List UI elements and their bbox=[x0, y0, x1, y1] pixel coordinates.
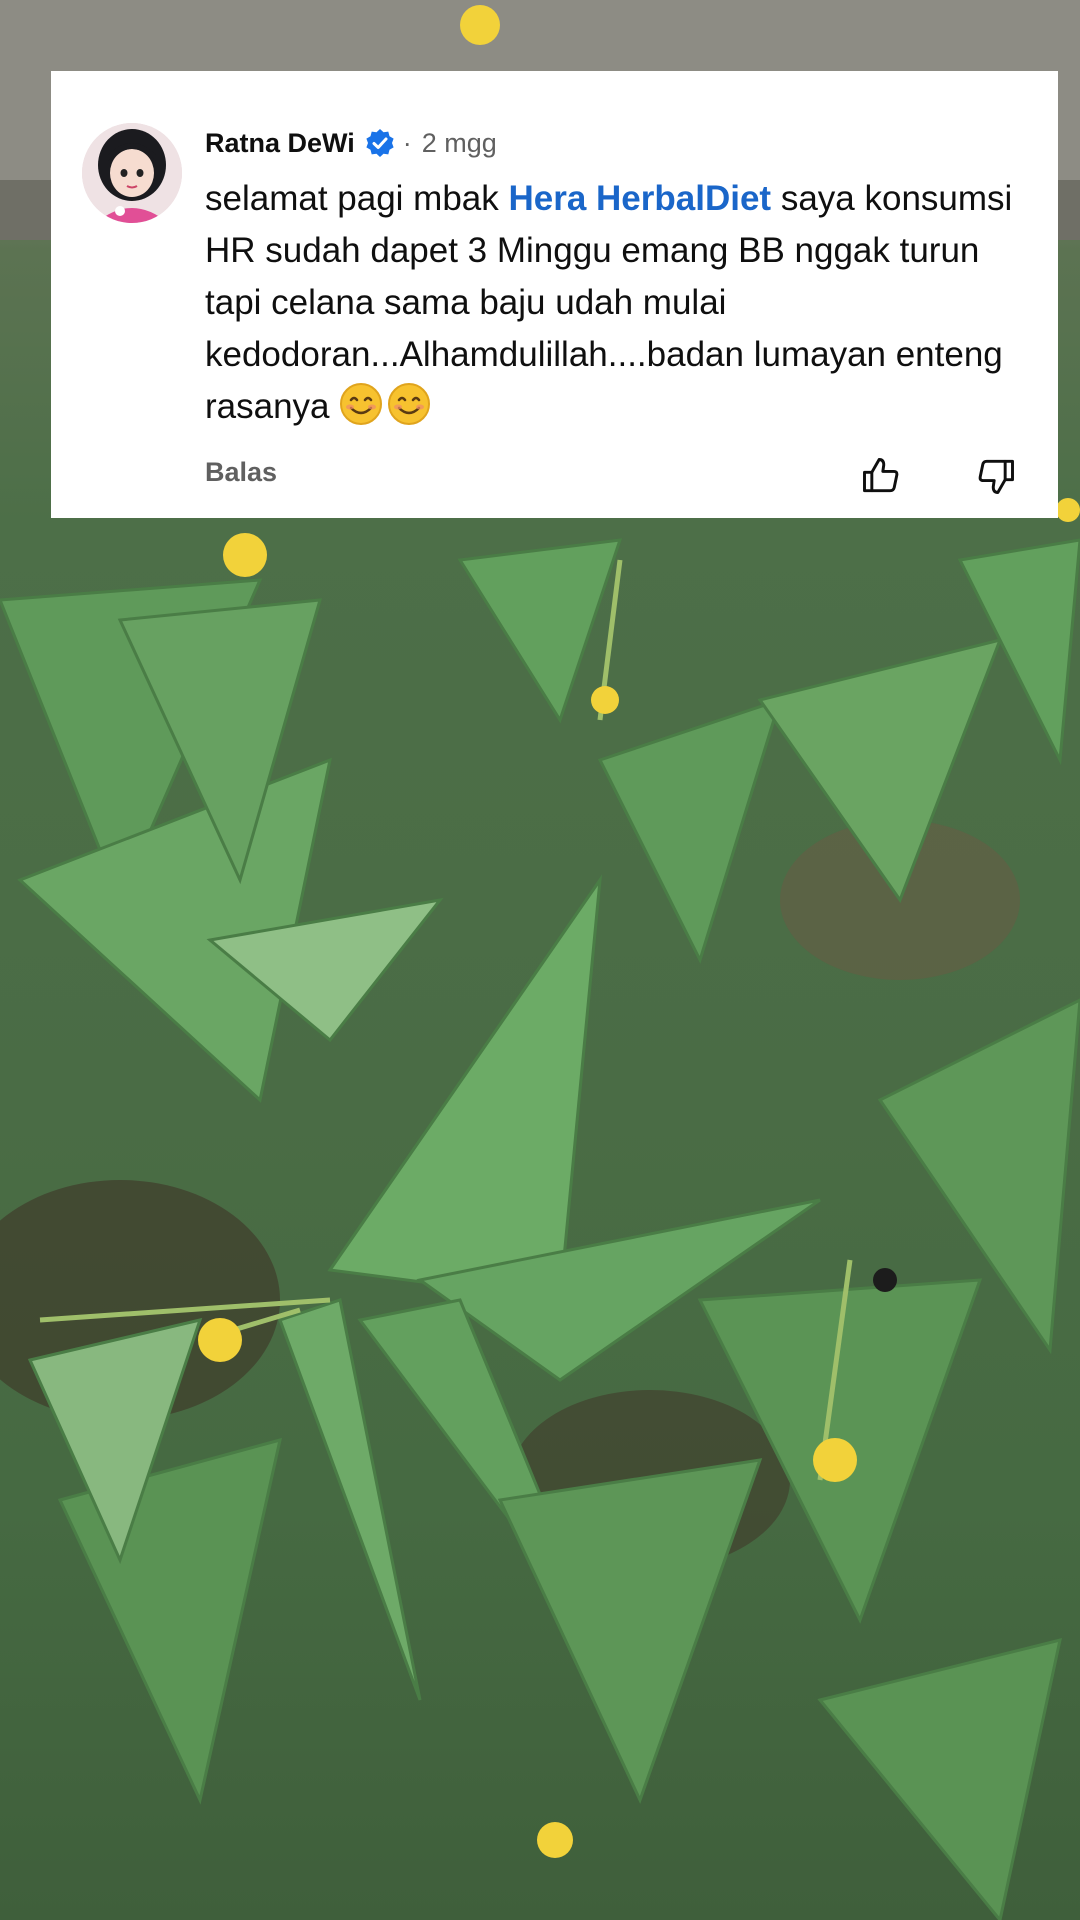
mention-link[interactable]: Hera HerbalDiet bbox=[508, 179, 771, 218]
verified-check-icon bbox=[365, 128, 395, 158]
thumbs-up-icon bbox=[863, 458, 899, 493]
reply-button[interactable]: Balas bbox=[205, 457, 277, 488]
avatar-image bbox=[82, 123, 182, 223]
smiling-face-emoji-icon bbox=[339, 382, 383, 426]
comment-text-start: selamat pagi mbak bbox=[205, 179, 509, 218]
thumbs-down-icon bbox=[978, 459, 1014, 494]
avatar[interactable] bbox=[82, 123, 182, 223]
comment-card: Ratna DeWi · 2 mgg selamat pagi mbak Her… bbox=[51, 71, 1058, 518]
comment-text: selamat pagi mbak Hera HerbalDiet saya k… bbox=[205, 173, 1025, 433]
author-row: Ratna DeWi · 2 mgg bbox=[205, 123, 497, 163]
like-button[interactable] bbox=[859, 454, 903, 498]
separator-dot: · bbox=[402, 127, 412, 158]
dislike-button[interactable] bbox=[974, 454, 1018, 498]
smiling-face-emoji-icon bbox=[387, 382, 431, 426]
author-name[interactable]: Ratna DeWi bbox=[205, 128, 355, 159]
comment-timestamp: 2 mgg bbox=[421, 127, 497, 158]
